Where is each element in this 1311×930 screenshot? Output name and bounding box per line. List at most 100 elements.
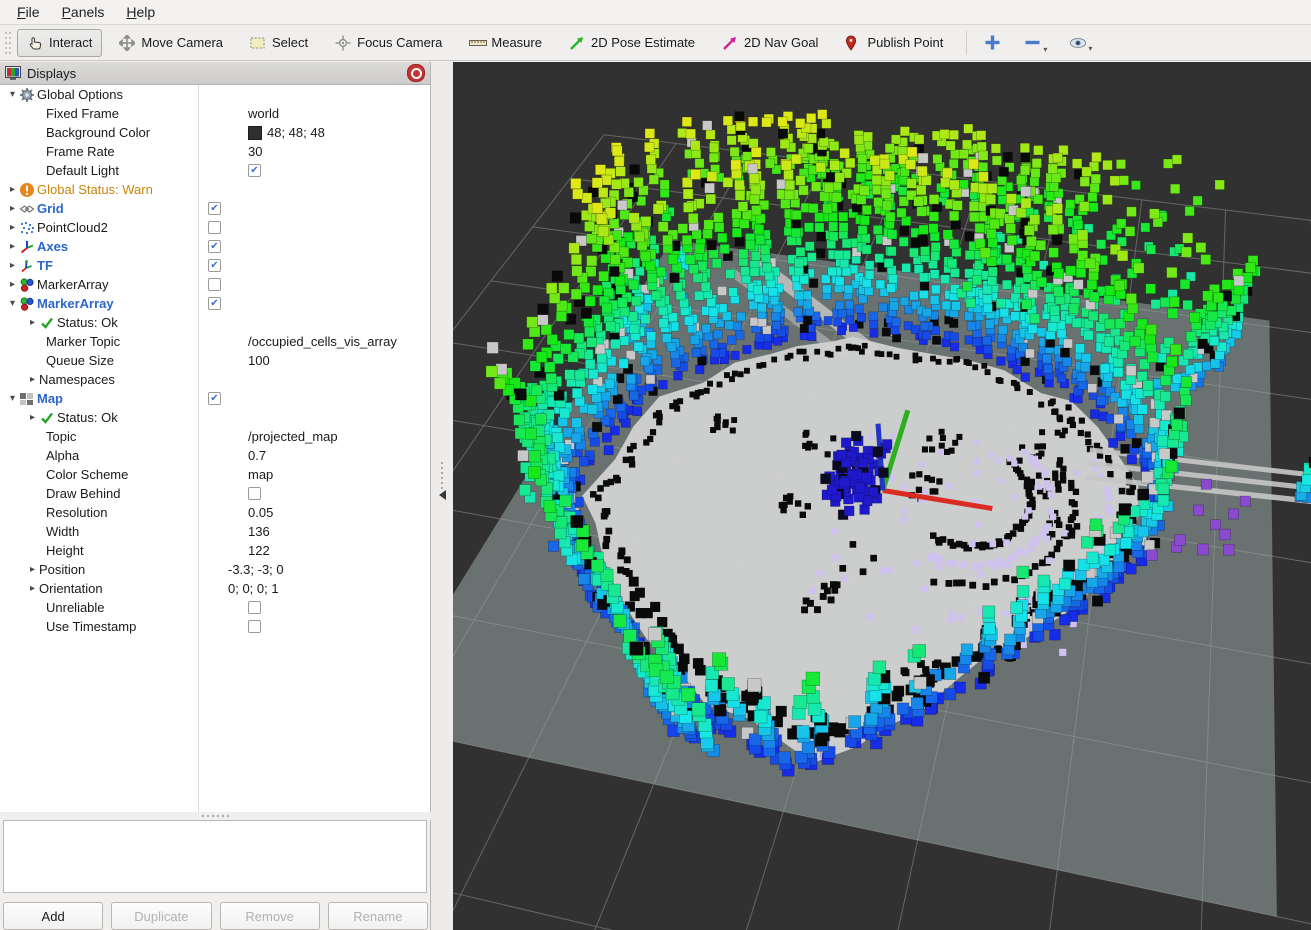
display-row-frame-rate[interactable]: Frame Rate30 [0,142,430,161]
display-row-orientation[interactable]: ▸Orientation0; 0; 0; 1 [0,579,430,598]
display-row-draw-behind[interactable]: Draw Behind [0,484,430,503]
row-value[interactable]: 0.05 [244,503,430,522]
display-row-markerarray-2[interactable]: ▾MarkerArray [0,294,430,313]
row-value[interactable]: 0.7 [244,446,430,465]
display-row-unreliable[interactable]: Unreliable [0,598,430,617]
display-row-default-light[interactable]: Default Light [0,161,430,180]
enabled-checkbox[interactable] [208,202,221,215]
expander-closed-icon[interactable]: ▸ [26,412,39,423]
display-row-pointcloud2[interactable]: ▸PointCloud2 [0,218,430,237]
display-row-axes[interactable]: ▸Axes [0,237,430,256]
eye-button[interactable]: ▾ [1062,32,1099,54]
display-row-resolution[interactable]: Resolution0.05 [0,503,430,522]
tool-2d-pose-estimate[interactable]: 2D Pose Estimate [559,29,705,57]
enabled-checkbox[interactable] [208,240,221,253]
row-value[interactable]: 122 [244,541,430,560]
expander-closed-icon[interactable]: ▸ [6,184,19,195]
display-row-marker-topic[interactable]: Marker Topic/occupied_cells_vis_array [0,332,430,351]
display-row-tf[interactable]: ▸TF [0,256,430,275]
enabled-checkbox[interactable] [208,221,221,234]
map-pin-icon [845,35,863,51]
tool-select[interactable]: Select [240,29,318,56]
display-row-alpha[interactable]: Alpha0.7 [0,446,430,465]
expander-closed-icon[interactable]: ▸ [6,203,19,214]
tool-focus-camera[interactable]: Focus Camera [325,29,452,57]
menu-item-panels[interactable]: Panels [51,2,116,22]
display-row-height[interactable]: Height122 [0,541,430,560]
tree-description-splitter[interactable] [0,812,431,820]
enabled-checkbox[interactable] [208,259,221,272]
row-value[interactable]: world [244,104,430,123]
value-text: -3.3; -3; 0 [228,562,284,577]
close-panel-button[interactable] [407,64,425,82]
displays-panel-header[interactable]: Displays [0,62,430,85]
display-row-background-color[interactable]: Background Color48; 48; 48 [0,123,430,142]
expander-closed-icon[interactable]: ▸ [6,222,19,233]
display-row-map-topic[interactable]: Topic/projected_map [0,427,430,446]
tool-interact[interactable]: Interact [17,29,102,57]
expander-closed-icon[interactable]: ▸ [6,279,19,290]
menu-item-file[interactable]: File [6,2,51,22]
expander-open-icon[interactable]: ▾ [6,393,19,404]
expander-open-icon[interactable]: ▾ [6,298,19,309]
row-value[interactable]: 136 [244,522,430,541]
panel-viewport-splitter[interactable] [431,62,453,930]
display-row-map[interactable]: ▾Map [0,389,430,408]
tool-label: 2D Pose Estimate [591,35,695,50]
row-value[interactable]: -3.3; -3; 0 [224,560,430,579]
display-row-width[interactable]: Width136 [0,522,430,541]
expander-closed-icon[interactable]: ▸ [26,564,39,575]
row-label: Grid [37,201,64,216]
expander-open-icon[interactable]: ▾ [6,89,19,100]
enabled-checkbox[interactable] [208,297,221,310]
enabled-checkbox[interactable] [248,164,261,177]
enabled-checkbox[interactable] [248,487,261,500]
enabled-checkbox[interactable] [248,601,261,614]
displays-panel: Displays ▾Global Options Fixed Frame world… [0,62,431,930]
row-value[interactable]: map [244,465,430,484]
row-value[interactable]: 100 [244,351,430,370]
display-row-global-options[interactable]: ▾Global Options [0,85,430,104]
green-arrow-icon [569,35,587,51]
expander-closed-icon[interactable]: ▸ [6,241,19,252]
display-row-map-status[interactable]: ▸Status: Ok [0,408,430,427]
menu-item-help[interactable]: Help [115,2,166,22]
expander-closed-icon[interactable]: ▸ [26,374,39,385]
enabled-checkbox[interactable] [248,620,261,633]
row-value[interactable]: /projected_map [244,427,430,446]
display-row-global-status[interactable]: ▸Global Status: Warn [0,180,430,199]
row-value[interactable]: /occupied_cells_vis_array [244,332,430,351]
zoom-out-minus-button[interactable]: ▾ [1017,30,1054,55]
expander-closed-icon[interactable]: ▸ [6,260,19,271]
display-row-namespaces[interactable]: ▸Namespaces [0,370,430,389]
enabled-checkbox[interactable] [208,278,221,291]
display-row-position[interactable]: ▸Position-3.3; -3; 0 [0,560,430,579]
display-row-use-timestamp[interactable]: Use Timestamp [0,617,430,636]
row-value[interactable]: 30 [244,142,430,161]
display-row-markerarray-1[interactable]: ▸MarkerArray [0,275,430,294]
display-row-marker-status[interactable]: ▸Status: Ok [0,313,430,332]
tool-move-camera[interactable]: Move Camera [109,29,233,57]
display-row-grid[interactable]: ▸ Grid [0,199,430,218]
row-label: Fixed Frame [46,106,119,121]
panel-button-row: AddDuplicateRemoveRename [0,900,431,930]
zoom-in-plus-button[interactable] [977,30,1009,55]
display-row-color-scheme[interactable]: Color Schememap [0,465,430,484]
display-row-fixed-frame[interactable]: Fixed Frame world [0,104,430,123]
expander-closed-icon[interactable]: ▸ [26,583,39,594]
enabled-checkbox[interactable] [208,392,221,405]
value-text: 0; 0; 0; 1 [228,581,279,596]
warning-icon [19,182,37,198]
row-value[interactable]: 0; 0; 0; 1 [224,579,430,598]
collapse-panel-icon[interactable] [439,490,446,500]
expander-closed-icon[interactable]: ▸ [26,317,39,328]
tool-publish-point[interactable]: Publish Point [835,29,953,57]
row-value[interactable]: 48; 48; 48 [244,123,430,142]
display-row-queue-size[interactable]: Queue Size100 [0,351,430,370]
tool-2d-nav-goal[interactable]: 2D Nav Goal [712,29,828,57]
3d-viewport[interactable] [453,62,1311,930]
toolbar-drag-handle-icon[interactable] [3,30,13,56]
add-button[interactable]: Add [3,902,103,930]
row-value [204,256,430,275]
tool-measure[interactable]: Measure [459,29,552,56]
